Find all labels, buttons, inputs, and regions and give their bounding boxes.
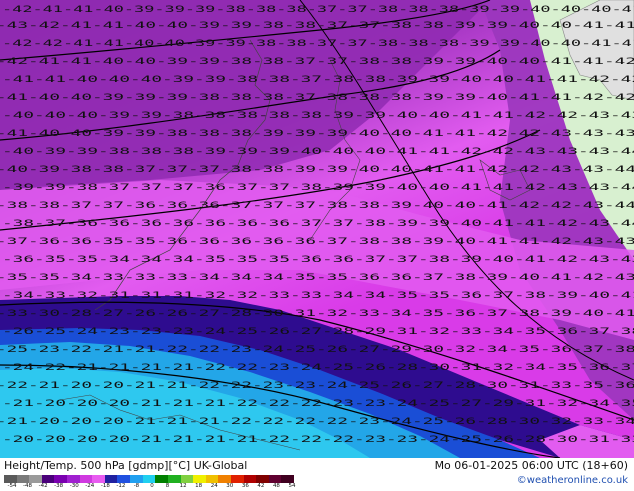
scale-swatch: [67, 475, 80, 483]
scale-tick-label: 30: [226, 483, 234, 489]
scale-tick-label: -38: [54, 483, 64, 489]
scale-swatch: [193, 475, 206, 483]
temperature-map: -42-41-41-40-39-39-39-38-38-38-37-37-38-…: [0, 0, 634, 458]
scale-tick-label: 8: [165, 483, 170, 489]
scale-tick-label: -54: [7, 483, 17, 489]
scale-swatch: [16, 475, 30, 483]
scale-swatch: [92, 475, 105, 483]
color-scale: [4, 475, 295, 483]
scale-tick-label: 12: [179, 483, 187, 489]
contour-label-row: -21-20-20-20-21-21-21-22-22-22-22-23-24-…: [0, 417, 634, 427]
contour-label-row: -41-40-40-39-39-39-38-38-38-37-38-38-38-…: [0, 93, 634, 103]
scale-swatch: [155, 475, 168, 483]
scale-swatch: [117, 475, 131, 483]
scale-swatch: [230, 475, 244, 483]
scale-swatch: [104, 475, 118, 483]
scale-swatch: [243, 475, 257, 483]
contour-label-row: -26-25-24-23-23-23-24-25-26-27-28-29-31-…: [2, 327, 634, 337]
contour-label-row: -22-21-20-20-21-21-22-22-23-23-24-25-26-…: [0, 381, 634, 391]
scale-swatch: [218, 475, 231, 483]
contour-label-row: -40-39-38-38-37-37-37-38-38-39-39-40-40-…: [0, 165, 634, 175]
scale-swatch: [142, 475, 156, 483]
contour-label-row: -39-39-38-37-37-37-36-37-37-38-39-39-40-…: [2, 183, 634, 193]
scale-tick-label: 36: [241, 483, 249, 489]
scale-tick-label: -42: [38, 483, 48, 489]
scale-swatch: [54, 475, 68, 483]
map-title: Height/Temp. 500 hPa [gdmp][°C] UK-Globa…: [4, 459, 248, 472]
scale-swatch: [205, 475, 219, 483]
scale-tick-label: -12: [116, 483, 126, 489]
scale-tick-label: -8: [133, 483, 140, 489]
contour-label-row: -42-41-41-40-40-39-39-38-38-37-37-38-38-…: [0, 57, 634, 67]
scale-swatch: [79, 475, 93, 483]
scale-tick-label: 0: [150, 483, 154, 489]
contour-label-row: -24-22-21-21-21-21-22-22-23-24-25-26-28-…: [2, 363, 634, 373]
contour-label-row: -40-39-39-38-38-38-39-39-39-40-40-40-41-…: [2, 147, 634, 157]
contour-label-row: -43-42-41-41-40-40-39-39-38-38-37-37-38-…: [0, 21, 634, 31]
contour-label-row: -38-37-36-36-36-36-36-36-36-37-37-38-39-…: [2, 219, 634, 229]
scale-tick-label: 48: [272, 483, 280, 489]
contour-label-row: -41-40-40-39-39-38-38-38-39-39-39-40-40-…: [0, 129, 634, 139]
scale-tick-label: -30: [69, 483, 79, 489]
valid-time: Mo 06-01-2025 06:00 UTC (18+60): [434, 459, 628, 472]
scale-tick-label: -24: [85, 483, 95, 489]
contour-label-row: -37-36-36-35-35-36-36-36-36-36-37-38-38-…: [0, 237, 634, 247]
contour-label-row: -35-35-34-33-33-33-34-34-34-35-35-36-36-…: [0, 273, 634, 283]
credit-link[interactable]: ©weatheronline.co.uk: [517, 475, 628, 486]
scale-tick-label: -18: [100, 483, 110, 489]
scale-tick-label: 42: [257, 483, 265, 489]
contour-label-row: -41-41-40-40-40-39-39-38-38-37-38-38-39-…: [2, 75, 634, 85]
scale-swatch: [41, 475, 55, 483]
scale-swatch: [256, 475, 269, 483]
contour-label-row: -21-20-20-20-21-21-21-22-22-22-23-23-24-…: [2, 399, 634, 409]
contour-label-row: -38-38-37-37-36-36-36-37-37-37-38-38-39-…: [0, 201, 634, 211]
contour-label-row: -42-42-41-41-40-40-39-39-38-38-37-37-38-…: [2, 39, 634, 49]
scale-swatch: [167, 475, 181, 483]
scale-tick-label: -48: [23, 483, 33, 489]
scale-swatch: [29, 475, 42, 483]
contour-label-row: -36-35-35-34-34-34-35-35-35-36-36-37-37-…: [2, 255, 634, 265]
contour-label-row: -40-40-40-39-39-38-38-38-38-38-39-39-40-…: [2, 111, 634, 121]
contour-label-row: -33-30-28-27-26-26-27-28-30-31-32-33-34-…: [0, 309, 634, 319]
contour-label-row: -25-23-22-21-21-22-22-23-24-25-26-27-29-…: [0, 345, 634, 355]
contour-label-row: -42-41-41-40-39-39-39-38-38-38-37-37-38-…: [2, 5, 634, 15]
scale-tick-label: 24: [210, 483, 218, 489]
scale-swatch: [130, 475, 143, 483]
scale-tick-label: 18: [195, 483, 203, 489]
scale-swatch: [4, 475, 17, 483]
scale-swatch: [180, 475, 194, 483]
scale-tick-label: 54: [288, 483, 296, 489]
footer: Height/Temp. 500 hPa [gdmp][°C] UK-Globa…: [0, 458, 634, 490]
contour-label-row: -34-33-32-31-31-31-32-32-33-33-34-34-35-…: [2, 291, 634, 301]
contour-label-row: -20-20-20-20-21-21-21-21-22-22-22-23-23-…: [2, 435, 634, 445]
scale-swatch: [281, 475, 295, 483]
scale-swatch: [268, 475, 282, 483]
